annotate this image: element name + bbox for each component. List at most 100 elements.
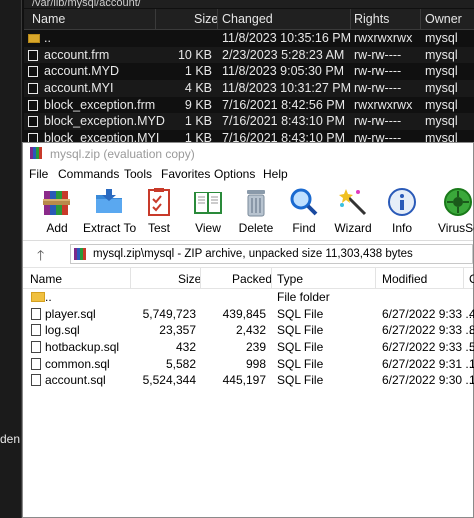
folder-icon	[28, 34, 40, 43]
entry-type: SQL File	[277, 340, 324, 355]
entry-name: player.sql	[45, 306, 96, 321]
file-changed: 7/16/2021 8:43:10 PM	[222, 114, 346, 129]
entry-modified: 6/27/2022 9:31 ...	[382, 356, 474, 371]
info-button[interactable]: Info	[387, 187, 417, 237]
file-changed: 2/23/2023 5:28:23 AM	[222, 47, 345, 62]
col-size[interactable]: Size	[194, 12, 218, 26]
entry-crc: 5	[469, 340, 474, 355]
menu-bar: File Commands Tools Favorites Options He…	[23, 166, 473, 184]
archive-row[interactable]: .. File folder	[23, 289, 473, 306]
file-changed: 11/8/2023 9:05:30 PM	[222, 64, 345, 79]
entry-modified: 6/27/2022 9:30 ...	[382, 373, 474, 388]
menu-options[interactable]: Options	[214, 167, 255, 181]
extract-to-button[interactable]: Extract To	[83, 187, 137, 237]
find-button[interactable]: Find	[288, 187, 320, 237]
file-icon	[31, 357, 41, 370]
file-icon	[28, 66, 38, 78]
archive-row[interactable]: hotbackup.sql 432 239 SQL File 6/27/2022 9:3…	[23, 339, 474, 356]
wizard-label: Wizard	[334, 221, 372, 235]
bg-column-header: Name Size Changed Rights Owner	[24, 9, 474, 30]
menu-favorites[interactable]: Favorites	[161, 167, 210, 181]
up-arrow-icon[interactable]: 🡑	[37, 245, 44, 269]
screen: den /var/lib/mysql/account/ Name Size Ch…	[0, 0, 474, 518]
file-icon	[28, 83, 38, 95]
bg-file-row[interactable]: block_exception.frm 9 KB 7/16/2021 8:42:56…	[24, 97, 474, 114]
file-name: account.frm	[44, 47, 110, 62]
col-modified[interactable]: Modified	[382, 272, 427, 286]
file-owner: mysql	[425, 47, 458, 62]
archive-row[interactable]: player.sql 5,749,723 439,845 SQL File 6/27/2…	[23, 306, 474, 323]
extract-to-label: Extract To	[83, 221, 137, 235]
entry-name: hotbackup.sql	[45, 340, 120, 355]
col-name[interactable]: Name	[30, 272, 62, 286]
bg-file-row[interactable]: account.frm 10 KB 2/23/2023 5:28:23 AM rw-r…	[24, 46, 474, 64]
file-changed: 7/16/2021 8:42:56 PM	[222, 97, 346, 112]
window-title: mysql.zip (evaluation copy)	[50, 147, 195, 161]
file-name: account.MYI	[44, 81, 114, 96]
test-button[interactable]: Test	[143, 187, 175, 237]
title-bar[interactable]: mysql.zip (evaluation copy)	[23, 143, 473, 164]
file-icon	[28, 116, 38, 128]
add-button[interactable]: Add	[39, 187, 75, 237]
address-field[interactable]: mysql.zip\mysql - ZIP archive, unpacked …	[70, 244, 473, 264]
entry-packed: 2,432	[235, 323, 266, 338]
add-books-icon	[42, 187, 72, 217]
file-owner: mysql	[425, 114, 458, 129]
file-rights: rw-rw----	[354, 114, 402, 129]
entry-packed: 445,197	[222, 373, 266, 388]
archive-file-list: .. File folder player.sql 5,749,723 439,845 S…	[23, 289, 474, 389]
col-packed[interactable]: Packed	[232, 272, 272, 286]
archive-row[interactable]: log.sql 23,357 2,432 SQL File 6/27/2022 9:33…	[23, 322, 474, 339]
delete-label: Delete	[238, 221, 274, 235]
bg-file-row[interactable]: block_exception.MYD 1 KB 7/16/2021 8:43:10…	[24, 113, 474, 131]
find-label: Find	[292, 221, 316, 235]
info-label: Info	[391, 221, 412, 235]
col-owner[interactable]: Owner	[425, 12, 462, 26]
virus-scan-button[interactable]: VirusScan	[429, 187, 474, 237]
bg-file-row[interactable]: account.MYI 4 KB 11/8/2023 10:31:27 PM rw-r…	[24, 80, 474, 97]
file-icon	[31, 307, 41, 320]
bg-file-row[interactable]: account.MYD 1 KB 11/8/2023 9:05:30 PM rw-rw…	[24, 63, 474, 80]
file-owner: mysql	[425, 64, 458, 79]
file-owner: mysql	[425, 81, 458, 96]
bg-file-list: .. 11/8/2023 10:35:16 PM rwxrwxrwx mysql acc…	[24, 30, 474, 147]
view-book-icon	[193, 187, 223, 217]
entry-type: SQL File	[277, 323, 324, 338]
file-icon	[31, 341, 41, 354]
entry-packed: 239	[245, 340, 266, 355]
wizard-button[interactable]: Wizard	[333, 187, 373, 237]
winrar-window: mysql.zip (evaluation copy) File Command…	[22, 142, 474, 518]
file-name: block_exception.frm	[44, 97, 156, 112]
file-owner: mysql	[425, 31, 458, 45]
col-crc[interactable]: C	[469, 272, 474, 286]
entry-crc: 1	[469, 373, 474, 388]
col-name[interactable]: Name	[32, 12, 65, 26]
archive-row[interactable]: account.sql 5,524,344 445,197 SQL File 6/27/…	[23, 372, 474, 389]
file-icon	[31, 374, 41, 387]
file-size: 9 KB	[184, 97, 212, 112]
col-rights[interactable]: Rights	[354, 12, 389, 26]
entry-type: SQL File	[277, 356, 324, 371]
bg-file-row[interactable]: .. 11/8/2023 10:35:16 PM rwxrwxrwx mysql	[24, 30, 474, 47]
menu-help[interactable]: Help	[263, 167, 288, 181]
zip-archive-icon	[74, 248, 88, 260]
file-rights: rw-rw----	[354, 81, 402, 96]
view-button[interactable]: View	[189, 187, 227, 237]
file-rights: rwxrwxrwx	[354, 31, 413, 45]
entry-size: 5,524,344	[142, 373, 196, 388]
menu-tools[interactable]: Tools	[124, 167, 152, 181]
menu-file[interactable]: File	[29, 167, 48, 181]
archive-row[interactable]: common.sql 5,582 998 SQL File 6/27/2022 9:31…	[23, 356, 474, 373]
address-text: mysql.zip\mysql - ZIP archive, unpacked …	[93, 248, 413, 260]
file-size: 1 KB	[184, 114, 212, 129]
file-icon	[31, 324, 41, 337]
col-type[interactable]: Type	[277, 272, 303, 286]
col-changed[interactable]: Changed	[222, 12, 273, 26]
file-size: 10 KB	[177, 47, 212, 62]
delete-button[interactable]: Delete	[238, 187, 274, 237]
left-pane: den	[0, 0, 22, 518]
file-size: 4 KB	[184, 81, 212, 96]
menu-commands[interactable]: Commands	[58, 167, 119, 181]
file-icon	[28, 99, 38, 111]
col-size[interactable]: Size	[178, 272, 201, 286]
